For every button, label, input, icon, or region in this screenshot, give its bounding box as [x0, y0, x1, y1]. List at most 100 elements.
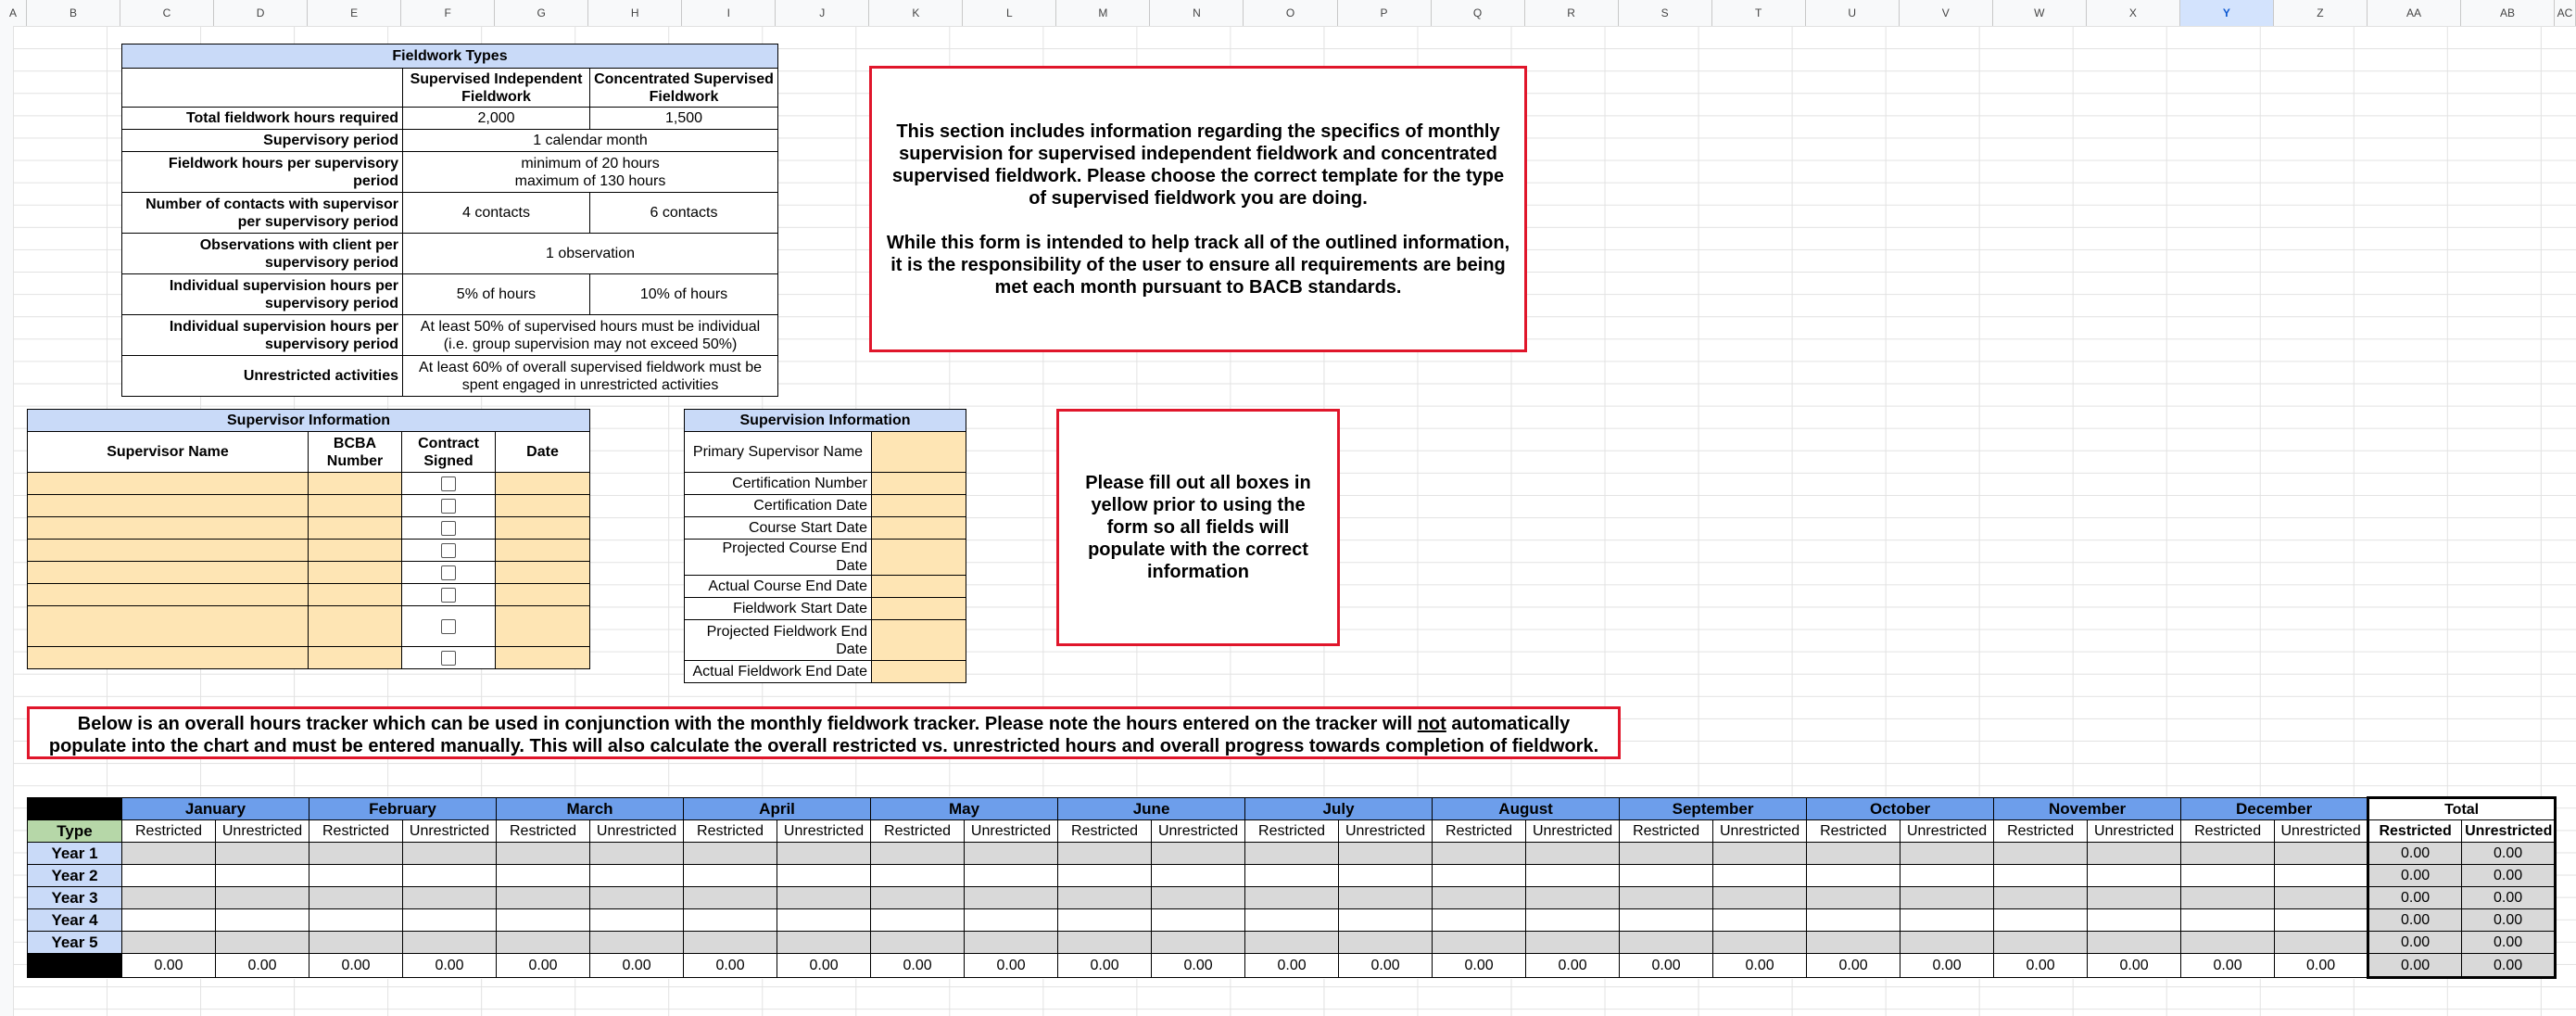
hours-input-cell[interactable] — [1432, 931, 1527, 954]
date-cell[interactable] — [494, 583, 591, 606]
hours-input-cell[interactable] — [1151, 864, 1246, 887]
hours-input-cell[interactable] — [214, 842, 310, 865]
supervision-field-input[interactable] — [870, 597, 967, 620]
bcba-number-cell[interactable] — [308, 561, 402, 584]
hours-input-cell[interactable] — [777, 864, 872, 887]
hours-input-cell[interactable] — [1806, 864, 1901, 887]
bcba-number-cell[interactable] — [308, 583, 402, 606]
column-header-z[interactable]: Z — [2274, 0, 2368, 26]
hours-input-cell[interactable] — [1338, 886, 1433, 909]
bcba-number-cell[interactable] — [308, 472, 402, 495]
hours-input-cell[interactable] — [1057, 908, 1153, 932]
contract-signed-checkbox[interactable] — [441, 565, 456, 580]
date-cell[interactable] — [494, 646, 591, 669]
hours-input-cell[interactable] — [1151, 908, 1246, 932]
hours-input-cell[interactable] — [589, 931, 685, 954]
column-header-k[interactable]: K — [869, 0, 964, 26]
hours-input-cell[interactable] — [777, 908, 872, 932]
supervisor-name-cell[interactable] — [27, 516, 309, 540]
hours-input-cell[interactable] — [214, 931, 310, 954]
hours-input-cell[interactable] — [1432, 864, 1527, 887]
hours-input-cell[interactable] — [121, 886, 216, 909]
hours-input-cell[interactable] — [2180, 931, 2276, 954]
hours-input-cell[interactable] — [1244, 842, 1340, 865]
supervisor-name-cell[interactable] — [27, 583, 309, 606]
hours-input-cell[interactable] — [2180, 864, 2276, 887]
hours-input-cell[interactable] — [1244, 931, 1340, 954]
hours-input-cell[interactable] — [1712, 931, 1808, 954]
hours-input-cell[interactable] — [1993, 908, 2089, 932]
hours-input-cell[interactable] — [496, 864, 591, 887]
hours-input-cell[interactable] — [870, 908, 966, 932]
date-cell[interactable] — [494, 516, 591, 540]
hours-input-cell[interactable] — [1806, 886, 1901, 909]
hours-input-cell[interactable] — [121, 931, 216, 954]
hours-input-cell[interactable] — [2274, 864, 2369, 887]
hours-input-cell[interactable] — [1900, 931, 1995, 954]
hours-input-cell[interactable] — [1057, 886, 1153, 909]
hours-input-cell[interactable] — [1057, 864, 1153, 887]
hours-input-cell[interactable] — [1525, 864, 1621, 887]
hours-input-cell[interactable] — [2087, 908, 2182, 932]
hours-input-cell[interactable] — [309, 908, 404, 932]
hours-input-cell[interactable] — [870, 842, 966, 865]
contract-signed-checkbox[interactable] — [441, 618, 456, 634]
contract-signed-checkbox[interactable] — [441, 587, 456, 603]
column-header-q[interactable]: Q — [1432, 0, 1525, 26]
hours-input-cell[interactable] — [870, 931, 966, 954]
hours-input-cell[interactable] — [777, 842, 872, 865]
hours-input-cell[interactable] — [1057, 842, 1153, 865]
hours-input-cell[interactable] — [964, 842, 1059, 865]
hours-input-cell[interactable] — [1712, 886, 1808, 909]
hours-input-cell[interactable] — [589, 908, 685, 932]
bcba-number-cell[interactable] — [308, 516, 402, 540]
contract-signed-checkbox[interactable] — [441, 542, 456, 558]
hours-input-cell[interactable] — [1057, 931, 1153, 954]
column-header-d[interactable]: D — [214, 0, 309, 26]
hours-input-cell[interactable] — [1806, 908, 1901, 932]
supervisor-name-cell[interactable] — [27, 605, 309, 647]
bcba-number-cell[interactable] — [308, 646, 402, 669]
column-header-i[interactable]: I — [682, 0, 777, 26]
hours-input-cell[interactable] — [1525, 931, 1621, 954]
hours-input-cell[interactable] — [683, 864, 778, 887]
column-header-y[interactable]: Y — [2179, 0, 2274, 26]
hours-input-cell[interactable] — [1619, 842, 1714, 865]
hours-input-cell[interactable] — [1993, 931, 2089, 954]
bcba-number-cell[interactable] — [308, 605, 402, 647]
supervision-field-input[interactable] — [870, 619, 967, 661]
column-header-v[interactable]: V — [1900, 0, 1993, 26]
hours-input-cell[interactable] — [402, 864, 498, 887]
hours-input-cell[interactable] — [683, 886, 778, 909]
hours-input-cell[interactable] — [1900, 842, 1995, 865]
hours-input-cell[interactable] — [402, 931, 498, 954]
hours-input-cell[interactable] — [1338, 931, 1433, 954]
supervision-field-input[interactable] — [870, 431, 967, 473]
hours-input-cell[interactable] — [1151, 931, 1246, 954]
hours-input-cell[interactable] — [496, 886, 591, 909]
supervision-field-input[interactable] — [870, 575, 967, 598]
hours-input-cell[interactable] — [1712, 908, 1808, 932]
hours-input-cell[interactable] — [1525, 908, 1621, 932]
hours-input-cell[interactable] — [121, 842, 216, 865]
hours-input-cell[interactable] — [1338, 842, 1433, 865]
supervision-field-input[interactable] — [870, 660, 967, 683]
supervisor-name-cell[interactable] — [27, 472, 309, 495]
column-header-b[interactable]: B — [27, 0, 120, 26]
hours-input-cell[interactable] — [1900, 908, 1995, 932]
hours-input-cell[interactable] — [402, 842, 498, 865]
date-cell[interactable] — [494, 494, 591, 517]
hours-input-cell[interactable] — [496, 908, 591, 932]
column-header-f[interactable]: F — [401, 0, 496, 26]
hours-input-cell[interactable] — [1432, 908, 1527, 932]
hours-input-cell[interactable] — [1712, 864, 1808, 887]
hours-input-cell[interactable] — [683, 931, 778, 954]
hours-input-cell[interactable] — [2180, 908, 2276, 932]
hours-input-cell[interactable] — [2180, 886, 2276, 909]
hours-input-cell[interactable] — [1900, 886, 1995, 909]
hours-input-cell[interactable] — [1619, 886, 1714, 909]
hours-input-cell[interactable] — [2274, 886, 2369, 909]
hours-input-cell[interactable] — [402, 908, 498, 932]
column-header-aa[interactable]: AA — [2368, 0, 2461, 26]
hours-input-cell[interactable] — [309, 842, 404, 865]
